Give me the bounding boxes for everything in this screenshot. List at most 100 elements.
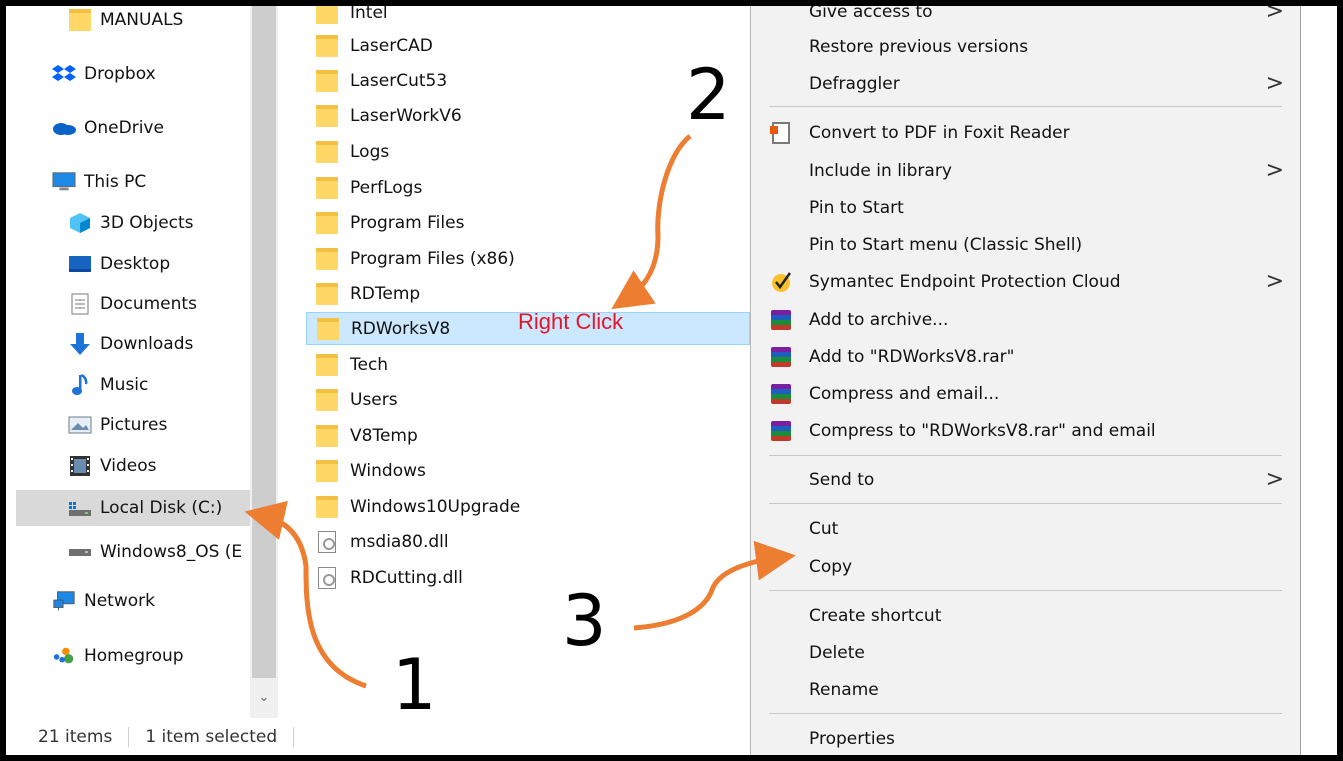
file-row-rdtemp[interactable]: RDTemp [306,277,750,310]
menu-item-pin-to-start-classic-shell[interactable]: Pin to Start menu (Classic Shell) [751,226,1300,263]
file-row-perflogs[interactable]: PerfLogs [306,171,750,204]
menu-item-compress-to-rar-and-email[interactable]: Compress to "RDWorksV8.rar" and email [751,412,1300,449]
nav-item-homegroup[interactable]: Homegroup [52,638,184,674]
dropbox-icon [52,63,76,85]
file-row-users[interactable]: Users [306,383,750,416]
folder-icon [316,69,338,92]
file-row-v8temp[interactable]: V8Temp [306,419,750,452]
file-row-tech[interactable]: Tech [306,348,750,381]
nav-item-manuals[interactable]: MANUALS [68,6,183,38]
file-row-windows10upgrade[interactable]: Windows10Upgrade [306,490,750,523]
file-row-lasercut53[interactable]: LaserCut53 [306,64,750,97]
menu-item-compress-and-email[interactable]: Compress and email... [751,375,1300,412]
homegroup-icon [52,645,76,667]
nav-item-local-disk[interactable]: Local Disk (C:) [16,490,250,526]
winrar-icon [769,382,793,406]
file-name: RDCutting.dll [350,567,463,588]
file-row-msdia80-dll[interactable]: msdia80.dll [306,525,750,558]
nav-item-this-pc[interactable]: This PC [52,164,146,200]
menu-item-rename[interactable]: Rename [751,671,1300,708]
folder-icon [316,176,338,199]
nav-item-desktop[interactable]: Desktop [68,246,170,282]
menu-item-include-in-library[interactable]: Include in library > [751,152,1300,189]
winrar-icon [769,419,793,443]
menu-item-pin-to-start[interactable]: Pin to Start [751,189,1300,226]
file-name: Program Files (x86) [350,248,515,269]
nav-item-documents[interactable]: Documents [68,286,197,322]
nav-item-music[interactable]: Music [68,367,148,403]
file-row-windows[interactable]: Windows [306,454,750,487]
menu-item-cut[interactable]: Cut [751,510,1300,547]
documents-icon [68,293,92,315]
nav-item-dropbox[interactable]: Dropbox [52,56,156,92]
file-name: Users [350,389,398,410]
menu-item-symantec[interactable]: Symantec Endpoint Protection Cloud > [751,263,1300,300]
file-list: Intel LaserCAD LaserCut53 LaserWorkV6 Lo… [306,6,750,718]
chevron-down-icon[interactable]: ⌄ [250,690,278,710]
nav-item-onedrive[interactable]: OneDrive [52,110,164,146]
file-row-rdcutting-dll[interactable]: RDCutting.dll [306,561,750,594]
menu-item-convert-to-pdf[interactable]: Convert to PDF in Foxit Reader [751,114,1300,151]
chevron-right-icon: > [1265,269,1284,294]
file-name: V8Temp [350,425,418,446]
nav-item-label: Desktop [100,254,171,274]
status-bar: 21 items 1 item selected [6,718,750,755]
menu-item-copy[interactable]: Copy [751,548,1300,585]
file-name: Logs [350,141,390,162]
onedrive-icon [52,117,76,139]
nav-item-windows8-os[interactable]: Windows8_OS (E [68,534,250,570]
file-row-intel[interactable]: Intel [306,6,750,29]
nav-item-label: Music [100,375,149,395]
file-row-logs[interactable]: Logs [306,135,750,168]
downloads-icon [68,333,92,355]
nav-item-label: Documents [100,294,197,314]
folder-icon [316,282,338,305]
dll-file-icon [316,530,338,553]
nav-item-downloads[interactable]: Downloads [68,326,193,362]
file-name: LaserWorkV6 [350,105,462,126]
nav-item-label: 3D Objects [100,213,194,233]
menu-item-label: Add to archive... [809,309,949,330]
file-name: RDWorksV8 [351,318,451,339]
nav-item-pictures[interactable]: Pictures [68,407,167,443]
folder-icon [316,495,338,518]
menu-item-delete[interactable]: Delete [751,634,1300,671]
nav-scrollbar[interactable]: ⌄ [250,6,278,718]
nav-item-label: This PC [84,172,147,192]
menu-item-defraggler[interactable]: Defraggler > [751,65,1300,102]
file-row-lasercad[interactable]: LaserCAD [306,29,750,62]
file-name: Program Files [350,212,465,233]
nav-item-label: Pictures [100,415,168,435]
music-icon [68,374,92,396]
winrar-icon [769,308,793,332]
chevron-right-icon: > [1265,71,1284,96]
nav-item-videos[interactable]: Videos [68,448,157,484]
menu-separator [769,106,1282,107]
menu-item-properties[interactable]: Properties [751,720,1300,755]
file-row-laserworkv6[interactable]: LaserWorkV6 [306,99,750,132]
selection-count: 1 item selected [145,726,278,747]
menu-item-label: Defraggler [809,73,900,94]
file-row-rdworksv8[interactable]: RDWorksV8 [306,312,750,345]
file-row-program-files[interactable]: Program Files [306,206,750,239]
file-row-program-files-x86[interactable]: Program Files (x86) [306,242,750,275]
desktop-icon [68,253,92,275]
menu-item-add-to-archive[interactable]: Add to archive... [751,301,1300,338]
item-count: 21 items [38,726,113,747]
menu-item-give-access-to[interactable]: Give access to > [751,6,1300,30]
status-divider [293,726,295,747]
nav-item-3d-objects[interactable]: 3D Objects [68,205,194,241]
pictures-icon [68,414,92,436]
menu-item-create-shortcut[interactable]: Create shortcut [751,597,1300,634]
menu-item-send-to[interactable]: Send to > [751,461,1300,498]
menu-separator [769,590,1282,591]
chevron-right-icon: > [1265,158,1284,183]
menu-item-add-to-rar[interactable]: Add to "RDWorksV8.rar" [751,338,1300,375]
nav-scrollbar-thumb[interactable] [252,6,276,678]
menu-item-restore-previous-versions[interactable]: Restore previous versions [751,28,1300,65]
menu-item-label: Properties [809,728,895,749]
file-name: Windows10Upgrade [350,496,521,517]
menu-item-label: Compress to "RDWorksV8.rar" and email [809,420,1156,441]
chevron-right-icon: > [1265,6,1284,24]
nav-item-network[interactable]: Network [52,583,155,619]
